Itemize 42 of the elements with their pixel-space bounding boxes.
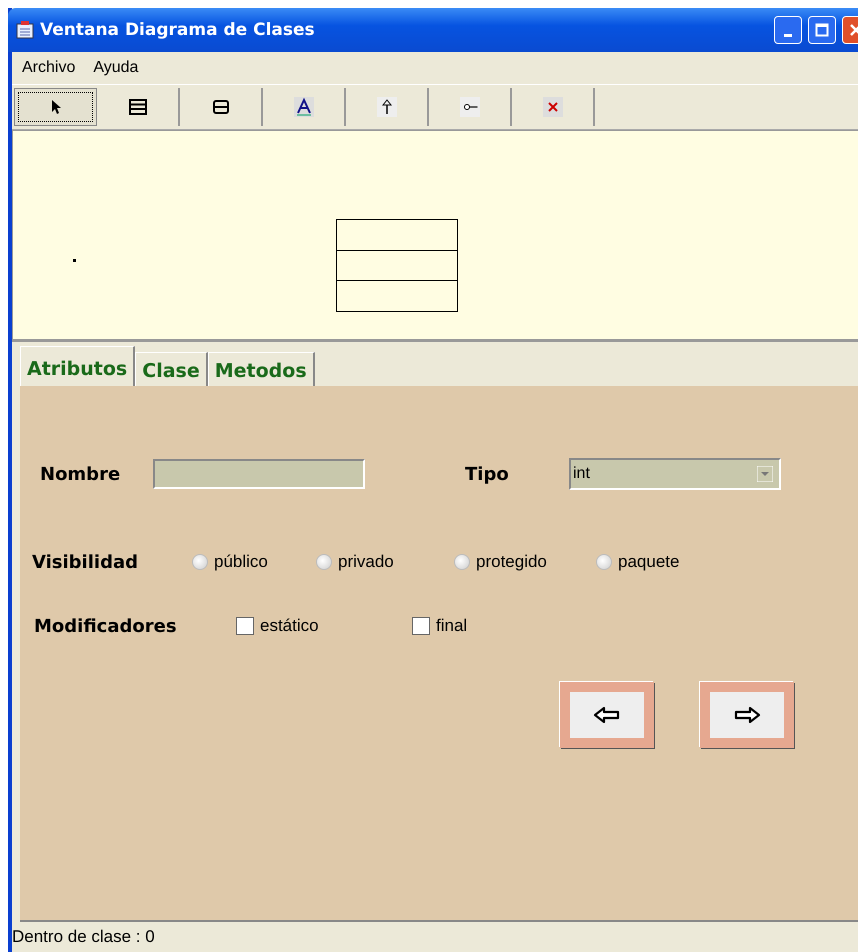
- minimize-icon: [784, 34, 792, 36]
- dot-mark: [73, 259, 76, 262]
- field-label: Tipo: [465, 464, 510, 484]
- radio-button[interactable]: [596, 554, 612, 570]
- status-text: Dentro de clase : 0: [12, 927, 155, 947]
- name-input-field[interactable]: [153, 459, 365, 489]
- radio-label: privado: [338, 552, 394, 572]
- class-icon: [128, 99, 146, 115]
- radio-button[interactable]: [316, 554, 332, 570]
- next-button[interactable]: [700, 682, 794, 748]
- field-label: Modificadores: [34, 616, 178, 636]
- radio-label: público: [214, 552, 268, 572]
- radio-label: protegido: [476, 552, 547, 572]
- class-icon: [212, 100, 228, 114]
- type-dropdown[interactable]: int: [569, 458, 781, 490]
- delete-icon: [542, 97, 562, 117]
- caret-icon: [757, 466, 773, 482]
- radio-button[interactable]: [192, 554, 208, 570]
- checkbox[interactable]: [412, 617, 430, 635]
- left-arrow-icon: [593, 705, 621, 725]
- app-icon: [16, 21, 34, 39]
- tab[interactable]: Clase: [135, 352, 208, 386]
- right-arrow-icon: [733, 705, 761, 725]
- checkbox-label: final: [436, 616, 468, 636]
- association-icon: [460, 97, 480, 117]
- maximize-button[interactable]: [808, 16, 836, 44]
- tool-button[interactable]: [14, 88, 97, 126]
- checkbox-label: estático: [260, 616, 319, 636]
- menu-item[interactable]: Ayuda: [93, 59, 138, 77]
- radio-label: paquete: [618, 552, 680, 572]
- tab[interactable]: Metodos: [208, 352, 315, 386]
- tab[interactable]: Atributos: [20, 346, 136, 386]
- field-label: Nombre: [40, 464, 122, 484]
- maximize-icon: [815, 23, 829, 37]
- window-title: Ventana Diagrama de Clases: [40, 20, 315, 40]
- previous-button[interactable]: [560, 682, 654, 748]
- radio-button[interactable]: [454, 554, 470, 570]
- minimize-button[interactable]: [774, 16, 802, 44]
- checkbox[interactable]: [236, 617, 254, 635]
- field-label: Visibilidad: [32, 552, 139, 572]
- menu-item[interactable]: Archivo: [22, 59, 76, 77]
- text-tool-icon: [294, 97, 314, 117]
